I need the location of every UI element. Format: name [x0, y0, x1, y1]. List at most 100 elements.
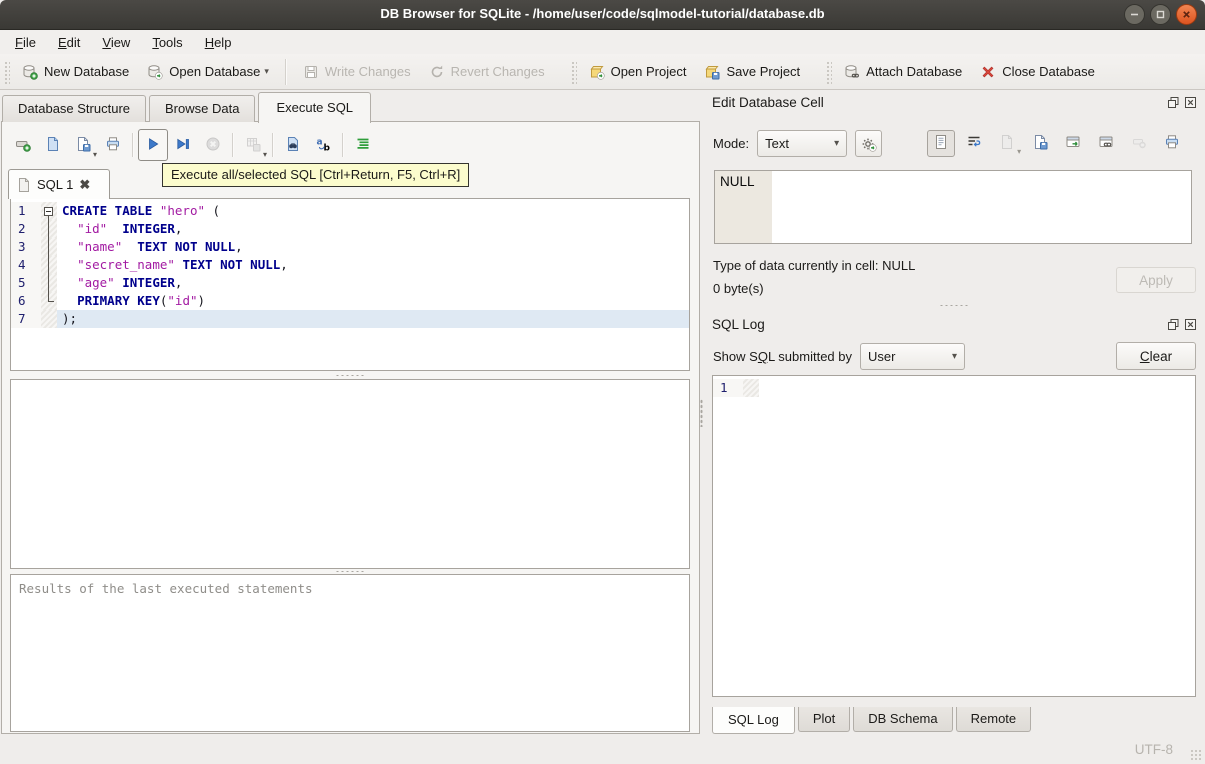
editor-line[interactable]: 5 "age" INTEGER,	[11, 274, 689, 292]
resize-grip[interactable]	[1190, 749, 1202, 761]
dock-sections-splitter[interactable]	[703, 302, 1205, 308]
tab-browse-data[interactable]: Browse Data	[149, 95, 256, 122]
editor-line[interactable]: 3 "name" TEXT NOT NULL,	[11, 238, 689, 256]
encoding-indicator[interactable]: UTF-8	[1135, 742, 1173, 757]
sql-log-editor[interactable]: 1	[712, 375, 1196, 697]
dock-tab-remote[interactable]: Remote	[955, 707, 1032, 732]
write-changes-button[interactable]: Write Changes	[294, 58, 420, 86]
open-database-dropdown-caret[interactable]: ▾	[264, 66, 269, 80]
float-dock-icon[interactable]	[1166, 317, 1180, 331]
import-data-icon	[999, 134, 1015, 153]
toolbar-grip[interactable]	[569, 59, 577, 84]
word-wrap-button[interactable]	[960, 130, 988, 157]
menu-view[interactable]: View	[91, 32, 141, 53]
toolbar-grip[interactable]	[3, 59, 10, 84]
float-dock-icon[interactable]	[1166, 95, 1180, 109]
editor-line[interactable]: 2 "id" INTEGER,	[11, 220, 689, 238]
code-text: CREATE TABLE "hero" (	[62, 203, 221, 218]
export-cell-data-button[interactable]	[1026, 130, 1054, 157]
close-dock-icon[interactable]	[1183, 317, 1197, 331]
editor-line[interactable]: 6 PRIMARY KEY("id")	[11, 292, 689, 310]
close-sql-tab-icon[interactable]: ✖	[79, 177, 90, 193]
sql-editor[interactable]: 1 CREATE TABLE "hero" (2 "id" INTEGER, 3 "…	[10, 198, 690, 371]
cell-value-editor[interactable]: NULL	[714, 170, 1192, 244]
open-database-button[interactable]: Open Database ▾	[138, 58, 278, 86]
print-cell-button[interactable]	[1158, 130, 1186, 157]
editor-results-splitter[interactable]	[10, 372, 690, 379]
results-placeholder: Results of the last executed statements	[19, 581, 313, 596]
close-database-button[interactable]: Close Database	[971, 58, 1104, 86]
format-sql-button[interactable]	[348, 129, 378, 161]
import-cell-data-button[interactable]: ▾	[993, 130, 1021, 157]
replace-button[interactable]: ab	[308, 129, 338, 161]
save-sql-file-button[interactable]: ▾	[68, 129, 98, 161]
save-results-button[interactable]: ▾	[238, 129, 268, 161]
titlebar[interactable]: DB Browser for SQLite - /home/user/code/…	[0, 0, 1205, 30]
fold-margin[interactable]	[743, 379, 759, 397]
clear-log-button[interactable]: Clear	[1116, 342, 1196, 370]
execute-line-icon	[175, 136, 191, 155]
open-database-icon	[147, 64, 163, 80]
export-data-icon	[1032, 134, 1048, 153]
apply-button[interactable]: Apply	[1116, 267, 1196, 293]
toolbar-grip[interactable]	[825, 59, 833, 84]
close-dock-icon[interactable]	[1183, 95, 1197, 109]
find-button[interactable]	[278, 129, 308, 161]
editor-line[interactable]: 1 CREATE TABLE "hero" (	[11, 202, 689, 220]
set-null-button[interactable]	[1125, 130, 1153, 157]
menu-help[interactable]: Help	[194, 32, 243, 53]
dock-tab-db-schema[interactable]: DB Schema	[853, 707, 953, 732]
results-message-pane[interactable]: Results of the last executed statements	[10, 574, 690, 732]
text-mode-button[interactable]	[927, 130, 956, 157]
cell-mode-row: Mode: Text ▾ ▾	[713, 130, 1186, 157]
editor-line[interactable]: 7);	[11, 310, 689, 328]
auto-apply-button[interactable]	[855, 130, 883, 157]
execute-line-button[interactable]	[168, 129, 198, 161]
attach-database-button[interactable]: Attach Database	[835, 58, 971, 86]
find-icon	[285, 136, 301, 155]
tab-execute-sql[interactable]: Execute SQL	[258, 92, 372, 123]
copy-link-button[interactable]	[1092, 130, 1120, 157]
execute-all-icon	[145, 136, 161, 155]
stop-execution-button[interactable]	[198, 129, 228, 161]
fold-margin[interactable]	[41, 238, 57, 256]
execute-all-button[interactable]	[138, 129, 168, 161]
code-text: PRIMARY KEY("id")	[77, 293, 206, 308]
revert-changes-button[interactable]: Revert Changes	[420, 58, 554, 86]
editor-line[interactable]: 4 "secret_name" TEXT NOT NULL,	[11, 256, 689, 274]
window-controls	[1124, 4, 1197, 25]
dock-tab-sql-log[interactable]: SQL Log	[712, 707, 795, 734]
new-sql-tab-button[interactable]	[8, 129, 38, 161]
submitter-select[interactable]: User ▾	[860, 343, 965, 370]
save-sql-dropdown-caret[interactable]: ▾	[93, 150, 97, 159]
open-sql-file-button[interactable]	[38, 129, 68, 161]
fold-margin[interactable]	[41, 256, 57, 274]
fold-margin[interactable]	[41, 310, 57, 328]
editor-line[interactable]: 1	[713, 379, 1195, 397]
line-number: 2	[11, 220, 41, 238]
dock-tab-bar: SQL Log Plot DB Schema Remote	[712, 707, 1034, 734]
dock-tab-plot[interactable]: Plot	[797, 707, 851, 732]
fold-margin[interactable]	[41, 274, 57, 292]
tab-database-structure[interactable]: Database Structure	[2, 95, 147, 122]
open-external-button[interactable]	[1059, 130, 1087, 157]
mode-select[interactable]: Text ▾	[757, 130, 848, 157]
open-project-button[interactable]: Open Project	[580, 58, 696, 86]
filter-label: Show SQL submitted by	[713, 349, 852, 364]
menu-file[interactable]: File	[4, 32, 47, 53]
fold-margin[interactable]	[41, 220, 57, 238]
fold-marker-icon[interactable]	[44, 207, 53, 216]
menu-tools[interactable]: Tools	[141, 32, 193, 53]
code-text: "secret_name" TEXT NOT NULL,	[77, 257, 288, 272]
results-grid-pane[interactable]	[10, 379, 690, 569]
close-icon[interactable]	[1176, 4, 1197, 25]
maximize-icon[interactable]	[1150, 4, 1171, 25]
line-number: 3	[11, 238, 41, 256]
sql-editor-tab[interactable]: SQL 1 ✖	[8, 169, 110, 199]
minimize-icon[interactable]	[1124, 4, 1145, 25]
new-database-button[interactable]: New Database	[13, 58, 138, 86]
print-sql-button[interactable]	[98, 129, 128, 161]
print-icon	[105, 136, 121, 155]
menu-edit[interactable]: Edit	[47, 32, 91, 53]
save-project-button[interactable]: Save Project	[695, 58, 809, 86]
